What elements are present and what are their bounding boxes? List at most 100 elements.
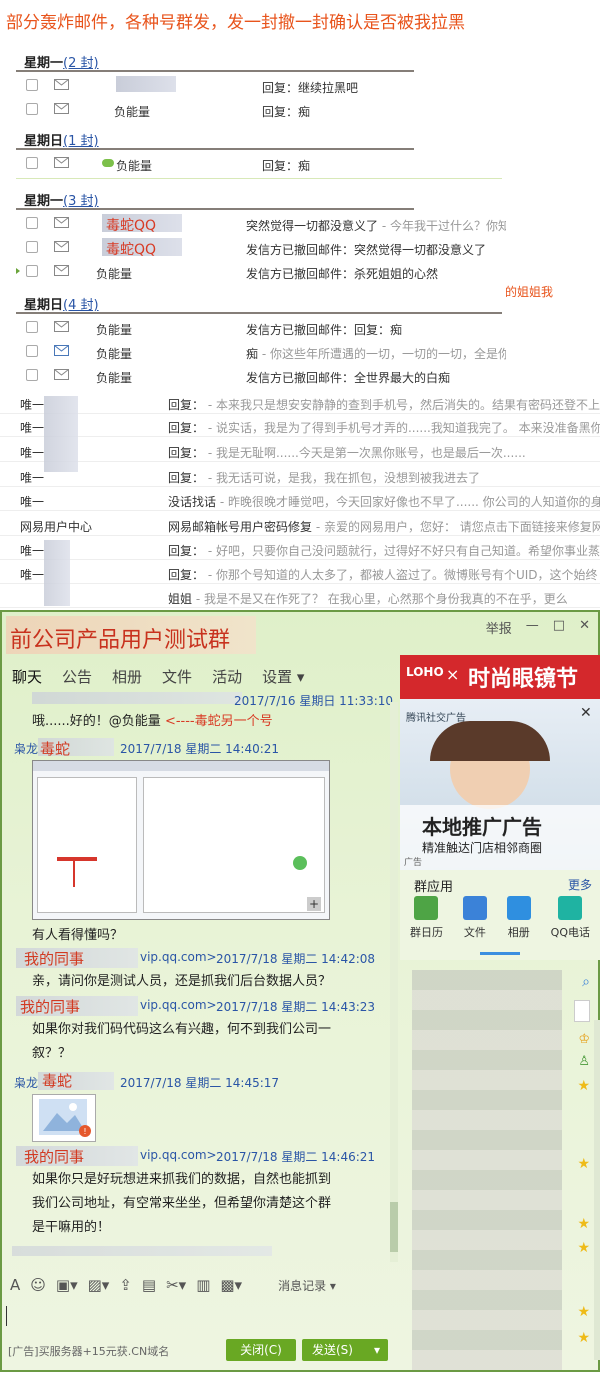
file-icon[interactable]: ▤ [142,1276,156,1294]
mail-subject[interactable]: 发信方已撤回邮件：突然觉得一切都没意义了 [246,241,506,258]
count-link[interactable]: (1 封) [63,134,99,149]
emoji-icon[interactable]: ☺ [30,1276,46,1294]
search-icon[interactable]: ⌕ [582,974,590,990]
footer-ad[interactable]: [广告]买服务器+15元获.CN域名 [8,1343,169,1359]
mail-subject[interactable]: 回复：继续拉黑吧 [262,79,518,96]
clipboard-icon[interactable]: ▥ [196,1276,210,1294]
scissors-icon[interactable]: ✂▾ [166,1276,186,1294]
message-meta: 2017/7/18 星期二 14:46:21 [216,1150,376,1164]
count-link[interactable]: (2 封) [63,56,99,71]
count-link[interactable]: (4 封) [63,298,99,313]
row-checkbox[interactable] [26,321,38,333]
blurred-name [12,1246,272,1256]
row-checkbox[interactable] [26,241,38,253]
ad-panel[interactable]: LOHO × 时尚眼镜节 腾讯社交广告 ✕ 本地推广广告 精准触达门店相邻商圈 … [400,655,600,870]
ad-close-icon[interactable]: ✕ [580,705,592,721]
message-text: 我们公司地址，有空常来坐坐，但希望你清楚这个群 [32,1196,332,1211]
mail-row[interactable]: 网易用户中心 网易邮箱帐号用户密码修复 - 亲爱的网易用户，您好： 请您点击下面链… [0,514,600,536]
mail-row[interactable]: 负能量 痴 - 你这些年所遭遇的一切，一切的一切，全是你 [16,340,506,364]
mail-row[interactable]: 唯一 没话找话 - 昨晚很晚才睡觉吧，今天回家好像也不早了...... 你公司的人… [0,489,600,511]
mail-subject[interactable]: 痴 [246,347,258,361]
mail-row[interactable]: 毒蛇QQ 发信方已撤回邮件：突然觉得一切都没意义了 [16,236,506,260]
tab-settings[interactable]: 设置 ▾ [262,666,304,687]
font-icon[interactable]: A [10,1276,20,1294]
mail-sender: 负能量 [96,323,133,337]
divider [16,70,414,72]
sender-name: 我的同事 [24,1148,85,1166]
message-record-button[interactable]: 消息记录 ▾ [278,1277,336,1294]
mail-row[interactable]: 唯一 回复： - 我无话可说，是我，我在抓包，没想到被我进去了 [0,465,600,487]
minimize-button[interactable]: — [526,618,539,637]
envelope-icon [54,265,69,276]
mail-row[interactable]: 唯一 回复： - 好吧，只要你自己没问题就行，过得好不好只有自己知道。希望你事业蒸 [0,538,600,560]
mail-row[interactable]: 唯一 回复： - 你那个号知道的人太多了，都被人盗过了。微博账号有个UID，这个始… [0,562,600,584]
envelope-icon [54,79,69,90]
maximize-button[interactable]: □ [553,618,565,637]
mail-row[interactable]: 姐姐 - 我是不是又在作死了？ 在我心里，心然那个身份我真的不在乎，更么 [0,586,600,608]
mail-row[interactable]: 负能量 发信方已撤回邮件：全世界最大的白痴 [16,364,506,388]
star-icon: ★ [577,1330,590,1346]
mail-row[interactable]: 回复：继续拉黑吧 [16,74,506,98]
message-text: 有人看得懂吗？ [32,928,124,943]
mail-row[interactable]: 负能量 回复：痴 [16,152,506,176]
mail-subject[interactable]: 突然觉得一切都没意义了 [246,219,378,233]
row-checkbox[interactable] [26,217,38,229]
search-box[interactable] [574,1000,590,1022]
message-meta: 2017/7/18 星期二 14:45:17 [120,1076,280,1090]
tab-notice[interactable]: 公告 [62,666,92,687]
count-link[interactable]: (3 封) [63,194,99,209]
tab-files[interactable]: 文件 [162,666,192,687]
mail-row[interactable]: 负能量 发信方已撤回邮件：回复：痴 [16,316,506,340]
day-header: 星期一(3 封) [24,194,99,209]
row-checkbox[interactable] [26,103,38,115]
tab-chat[interactable]: 聊天 [12,666,42,687]
row-checkbox[interactable] [26,79,38,91]
apps-more-link[interactable]: 更多 [568,876,592,893]
tab-activity[interactable]: 活动 [212,666,242,687]
star-icon: ★ [577,1240,590,1256]
blurred-sender [44,396,78,472]
mail-sender: 负能量 [96,371,133,385]
text-cursor[interactable] [6,1306,7,1326]
picture-icon[interactable]: ▨▾ [88,1276,110,1294]
envelope-icon [54,321,69,332]
chevron-down-icon: ▾ [373,1343,380,1357]
mail-subject[interactable]: 回复：痴 [262,157,518,174]
app-album[interactable]: 相册 [506,896,531,940]
apps-title: 群应用 [414,880,454,895]
mail-row[interactable]: 唯一 回复： - 我是无耻啊......今天是第一次黑你账号，也是最后一次....… [0,440,600,462]
send-button[interactable]: 发送(S) ▾ [302,1339,388,1361]
chat-scrollbar[interactable] [390,702,398,1262]
page-title: 部分轰炸邮件，各种号群发，发一封撤一封确认是否被我拉黑 [6,13,465,33]
upload-icon[interactable]: ⇪ [119,1276,132,1294]
gift-icon[interactable]: ▣▾ [56,1276,78,1294]
app-calendar[interactable]: 群日历 [410,896,443,940]
close-icon[interactable]: ✕ [579,618,590,637]
row-checkbox[interactable] [26,345,38,357]
mail-subject[interactable]: 回复：痴 [262,103,518,120]
arrow-marker-icon [16,268,20,274]
tab-album[interactable]: 相册 [112,666,142,687]
code-screenshot[interactable]: + [32,760,330,920]
report-button[interactable]: 举报 [486,618,512,637]
screen-icon[interactable]: ▩▾ [220,1276,242,1294]
member-scrollbar[interactable] [594,1020,600,1360]
mail-row[interactable]: 负能量 发信方已撤回邮件：杀死姐姐的心然 [16,260,506,284]
close-button[interactable]: 关闭(C) [226,1339,296,1361]
tag-icon [102,159,114,167]
image-placeholder-icon[interactable]: ! [32,1094,96,1142]
mail-row[interactable]: 毒蛇QQ 突然觉得一切都没意义了 - 今年我干过什么？你知 [16,212,506,236]
app-phone[interactable]: QQ电话 [551,896,590,940]
star-icon: ★ [577,1156,590,1172]
row-checkbox[interactable] [26,157,38,169]
mail-subject[interactable]: 发信方已撤回邮件：全世界最大的白痴 [246,369,506,386]
sender-name: 我的同事 [20,998,81,1016]
mail-row[interactable]: 唯一 回复： - 说实话，我是为了得到手机号才弄的......我知道我完了。 本来… [0,415,600,437]
row-checkbox[interactable] [26,265,38,277]
mail-row[interactable]: 唯一 回复： - 本来我只是想安安静静的查到手机号，然后消失的。结果有密码还登不上 [0,392,600,414]
app-files[interactable]: 文件 [462,896,487,940]
mail-subject[interactable]: 发信方已撤回邮件：杀死姐姐的心然 [246,265,506,282]
mail-row[interactable]: 负能量 回复：痴 [16,98,506,122]
row-checkbox[interactable] [26,369,38,381]
mail-subject[interactable]: 发信方已撤回邮件：回复：痴 [246,321,506,338]
